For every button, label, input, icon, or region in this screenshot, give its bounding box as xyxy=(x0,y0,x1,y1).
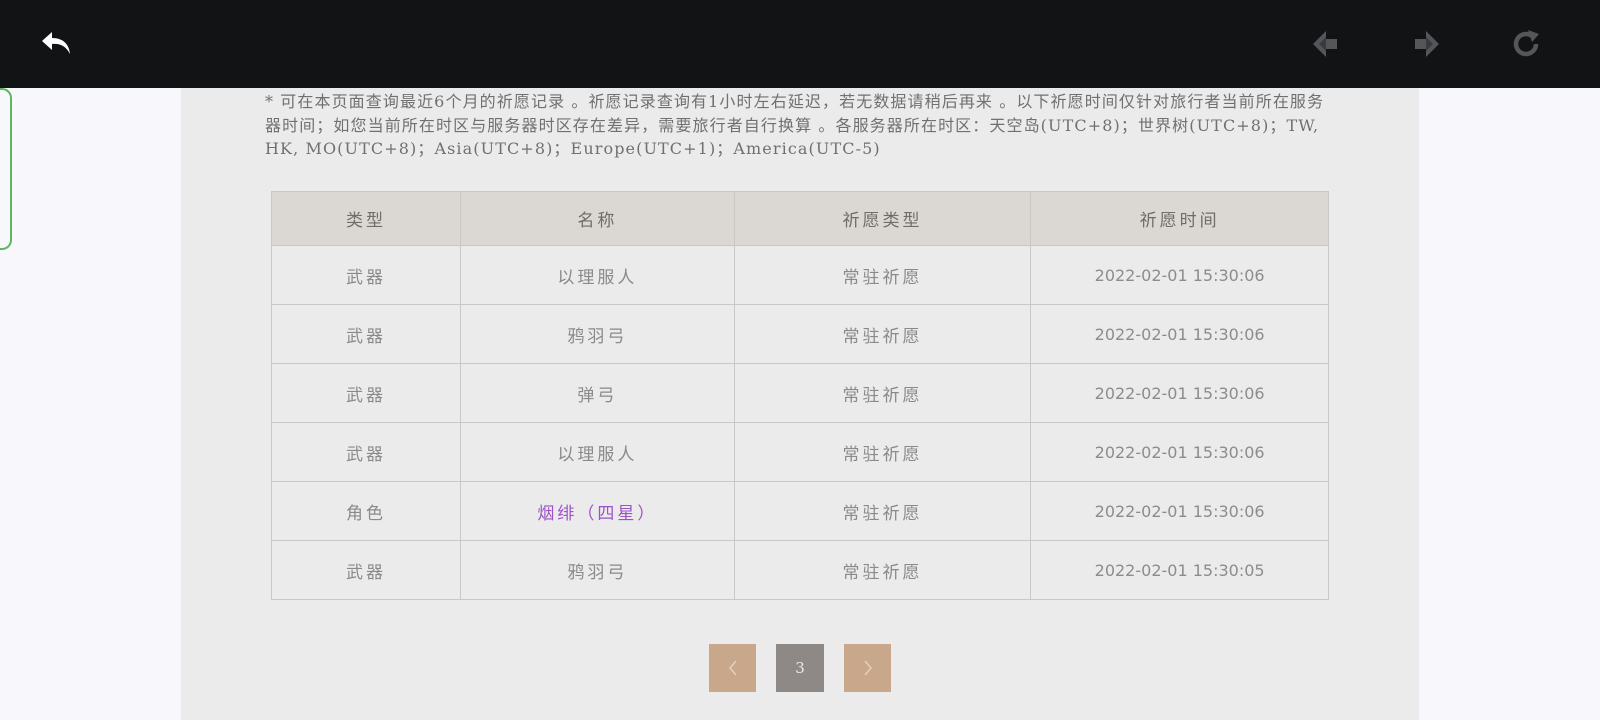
header-name: 名称 xyxy=(460,191,735,246)
cell-wish-time: 2022-02-01 15:30:06 xyxy=(1030,481,1329,541)
back-button[interactable] xyxy=(34,22,78,66)
cell-wish-time: 2022-02-01 15:30:06 xyxy=(1030,422,1329,482)
pagination-next-button[interactable] xyxy=(844,644,891,692)
cell-wish-type: 常驻祈愿 xyxy=(733,363,1032,423)
cell-name: 鸦羽弓 xyxy=(460,304,735,364)
cell-wish-type: 常驻祈愿 xyxy=(733,245,1032,305)
cell-type: 武器 xyxy=(270,422,462,482)
header-type: 类型 xyxy=(270,191,462,246)
cell-name-four-star: 烟绯（四星） xyxy=(460,481,735,541)
chevron-right-icon xyxy=(863,660,872,676)
pagination-current-page[interactable]: 3 xyxy=(776,644,824,692)
wish-history-table: 类型 名称 祈愿类型 祈愿时间 武器 以理服人 常驻祈愿 2022-02-01 … xyxy=(270,191,1329,600)
cell-wish-type: 常驻祈愿 xyxy=(733,481,1032,541)
nav-back-icon xyxy=(1313,31,1337,57)
wish-history-notice: * 可在本页面查询最近6个月的祈愿记录 。祈愿记录查询有1小时左右延迟，若无数据… xyxy=(265,92,1325,158)
browser-toolbar xyxy=(0,0,1600,88)
table-row: 武器 以理服人 常驻祈愿 2022-02-01 15:30:06 xyxy=(270,245,1329,305)
cell-wish-time: 2022-02-01 15:30:06 xyxy=(1030,363,1329,423)
cell-wish-time: 2022-02-01 15:30:05 xyxy=(1030,540,1329,600)
cell-wish-time: 2022-02-01 15:30:06 xyxy=(1030,304,1329,364)
back-arrow-icon xyxy=(42,32,70,54)
table-row: 武器 鸦羽弓 常驻祈愿 2022-02-01 15:30:06 xyxy=(270,304,1329,364)
table-row: 武器 鸦羽弓 常驻祈愿 2022-02-01 15:30:05 xyxy=(270,540,1329,600)
cell-name: 鸦羽弓 xyxy=(460,540,735,600)
nav-forward-icon xyxy=(1415,31,1439,57)
header-wish-type: 祈愿类型 xyxy=(733,191,1032,246)
cell-type: 武器 xyxy=(270,363,462,423)
side-drawer-handle[interactable] xyxy=(0,88,12,250)
header-wish-time: 祈愿时间 xyxy=(1030,191,1329,246)
table-row: 武器 弹弓 常驻祈愿 2022-02-01 15:30:06 xyxy=(270,363,1329,423)
chevron-left-icon xyxy=(728,660,737,676)
cell-name: 弹弓 xyxy=(460,363,735,423)
cell-type: 角色 xyxy=(270,481,462,541)
reload-icon xyxy=(1513,30,1539,57)
cell-wish-type: 常驻祈愿 xyxy=(733,422,1032,482)
wish-history-panel: * 可在本页面查询最近6个月的祈愿记录 。祈愿记录查询有1小时左右延迟，若无数据… xyxy=(181,88,1419,720)
cell-name: 以理服人 xyxy=(460,245,735,305)
table-row: 角色 烟绯（四星） 常驻祈愿 2022-02-01 15:30:06 xyxy=(270,481,1329,541)
cell-type: 武器 xyxy=(270,304,462,364)
pagination-prev-button[interactable] xyxy=(709,644,756,692)
table-header-row: 类型 名称 祈愿类型 祈愿时间 xyxy=(270,191,1329,246)
cell-type: 武器 xyxy=(270,245,462,305)
cell-name: 以理服人 xyxy=(460,422,735,482)
nav-back-button[interactable] xyxy=(1304,22,1348,66)
cell-wish-type: 常驻祈愿 xyxy=(733,540,1032,600)
nav-forward-button[interactable] xyxy=(1404,22,1448,66)
cell-type: 武器 xyxy=(270,540,462,600)
cell-wish-type: 常驻祈愿 xyxy=(733,304,1032,364)
table-row: 武器 以理服人 常驻祈愿 2022-02-01 15:30:06 xyxy=(270,422,1329,482)
reload-button[interactable] xyxy=(1504,22,1548,66)
cell-wish-time: 2022-02-01 15:30:06 xyxy=(1030,245,1329,305)
